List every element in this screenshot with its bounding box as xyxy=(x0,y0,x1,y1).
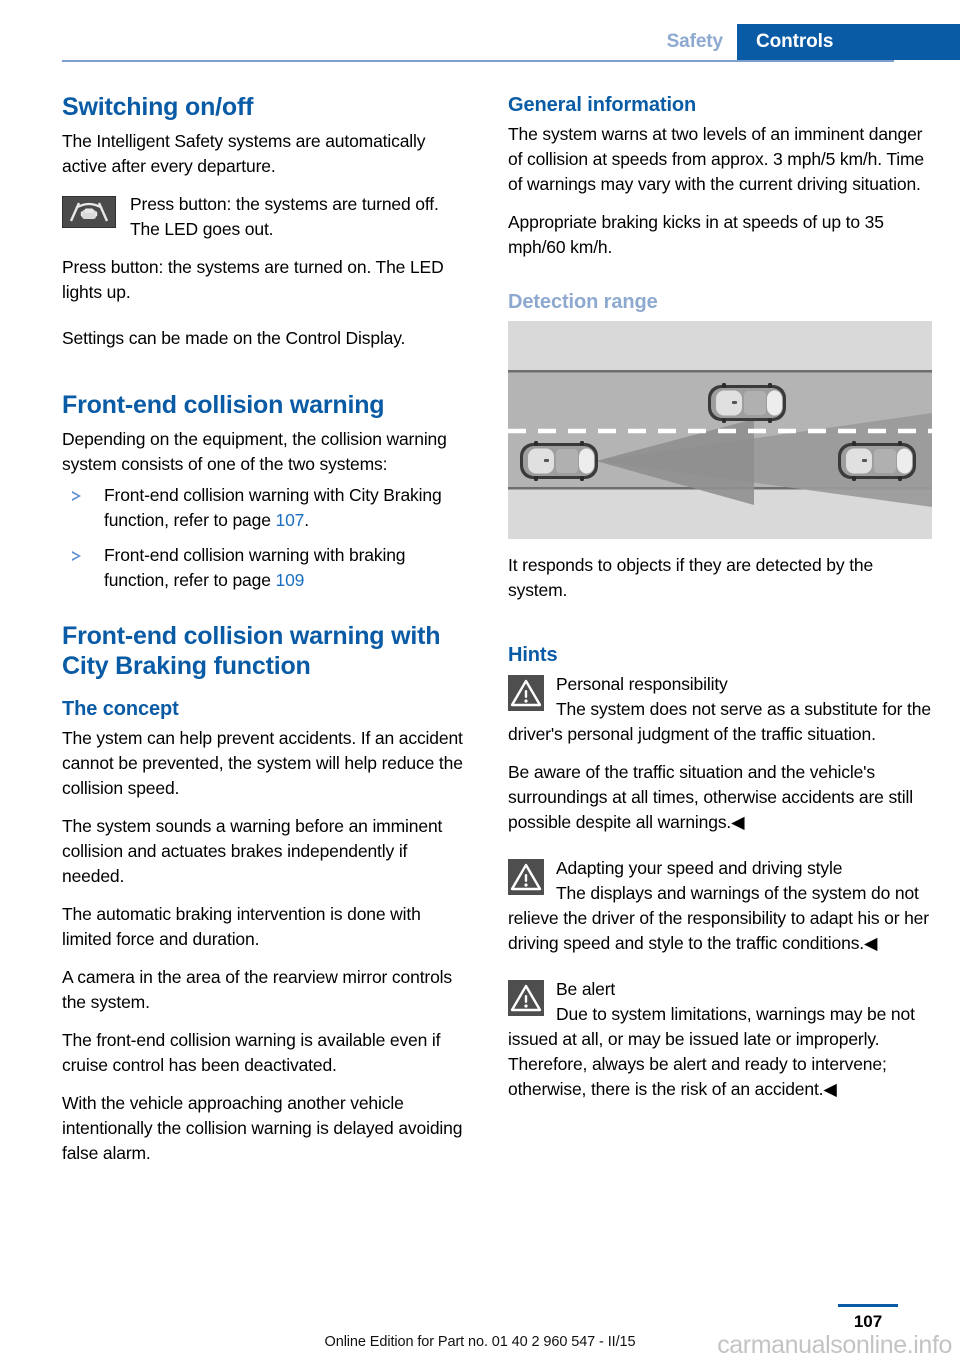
triangle-bullet-icon xyxy=(72,491,81,501)
page-number: 107 xyxy=(853,1312,883,1331)
paragraph-button-on: Press button: the systems are turned on.… xyxy=(62,257,444,302)
paragraph-concept-1: The ystem can help prevent accidents. If… xyxy=(62,728,463,798)
hint-block-personal-responsibility: Personal responsibility The system does … xyxy=(508,672,932,747)
hint-paragraph: The displays and warnings of the system … xyxy=(508,883,929,953)
paragraph-settings: Settings can be made on the Control Disp… xyxy=(62,328,406,348)
intelligent-safety-button-icon xyxy=(62,196,116,228)
footer-edition-text: Online Edition for Part no. 01 40 2 960 … xyxy=(324,1334,636,1350)
bullet-text: Front-end collision warning with City Br… xyxy=(104,485,442,530)
heading-fcw-city-braking: Front-end collision warning with City Br… xyxy=(62,622,441,680)
left-column: Switching on/off The Intelligent Safety … xyxy=(62,92,472,1179)
hint-block-be-alert: Be alert Due to system limitations, warn… xyxy=(508,977,932,1102)
header-divider xyxy=(62,60,894,62)
heading-hints: Hints xyxy=(508,644,558,666)
hint-title: Personal responsibility xyxy=(556,674,728,694)
paragraph-responds: It responds to objects if they are detec… xyxy=(508,555,874,600)
list-item: Front-end collision warning with City Br… xyxy=(62,483,472,533)
system-bullet-list: Front-end collision warning with City Br… xyxy=(62,483,472,593)
paragraph-concept-4: A camera in the area of the rearview mir… xyxy=(62,967,453,1012)
paragraph-button-off: Press button: the systems are turned off… xyxy=(130,194,439,239)
paragraph-concept-3: The automatic braking intervention is do… xyxy=(62,904,421,949)
page-reference-link[interactable]: 109 xyxy=(276,570,305,590)
tab-controls[interactable]: Controls xyxy=(737,24,960,60)
header-tabs: Safety Controls xyxy=(666,24,960,60)
list-item: Front-end collision warning with braking… xyxy=(62,543,472,593)
bullet-text-after: . xyxy=(304,510,309,530)
hint-title: Be alert xyxy=(556,979,616,999)
hint-title: Adapting your speed and driving style xyxy=(556,858,843,878)
detection-range-diagram xyxy=(508,321,932,539)
page-reference-link[interactable]: 107 xyxy=(276,510,305,530)
tab-safety[interactable]: Safety xyxy=(666,24,737,60)
heading-detection-range: Detection range xyxy=(508,291,658,313)
warning-triangle-icon xyxy=(508,859,544,895)
paragraph-general-1: The system warns at two levels of an imm… xyxy=(508,124,924,194)
warning-triangle-icon xyxy=(508,675,544,711)
right-column: General information The system warns at … xyxy=(508,92,932,1115)
paragraph-concept-6: With the vehicle approaching another veh… xyxy=(62,1093,463,1163)
warning-triangle-icon xyxy=(508,980,544,1016)
paragraph-depending: Depending on the equipment, the collisio… xyxy=(62,429,447,474)
paragraph-general-2: Appropriate braking kicks in at speeds o… xyxy=(508,212,884,257)
page-footer: 107 Online Edition for Part no. 01 40 2 … xyxy=(0,1292,960,1362)
heading-the-concept: The concept xyxy=(62,698,179,720)
hint-paragraph: Due to system limitations, warnings may … xyxy=(508,1004,915,1099)
hint-paragraph: Be aware of the traffic situation and th… xyxy=(508,762,913,832)
paragraph-concept-2: The system sounds a warning before an im… xyxy=(62,816,443,886)
paragraph-concept-5: The front-end collision warning is avail… xyxy=(62,1030,441,1075)
hint-block-adapting-speed: Adapting your speed and driving style Th… xyxy=(508,856,932,956)
heading-general-information: General information xyxy=(508,94,697,116)
triangle-bullet-icon xyxy=(72,551,81,561)
heading-switching-on-off: Switching on/off xyxy=(62,93,254,121)
bullet-text: Front-end collision warning with braking… xyxy=(104,545,406,590)
paragraph-auto-active: The Intelligent Safety systems are autom… xyxy=(62,131,426,176)
button-off-block: Press button: the systems are turned off… xyxy=(62,192,472,242)
heading-front-end-collision-warning: Front-end collision warning xyxy=(62,391,385,419)
hint-paragraph: The system does not serve as a substitut… xyxy=(508,699,931,744)
page-header: Safety Controls xyxy=(0,0,960,62)
footer-accent-rule xyxy=(838,1304,898,1307)
